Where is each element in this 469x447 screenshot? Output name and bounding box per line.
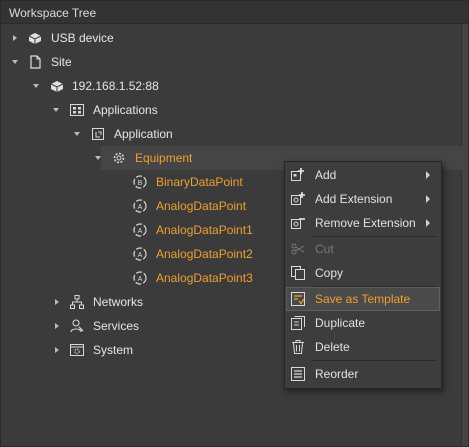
collapse-arrow-icon[interactable]	[95, 156, 101, 160]
tree-item-label: Application	[114, 127, 173, 141]
reorder-icon	[291, 367, 305, 381]
tree-item-label: AnalogDataPoint1	[156, 223, 253, 237]
tree-item-label: Networks	[93, 295, 144, 309]
tree-item-datapoint[interactable]: A AnalogDataPoint3	[1, 266, 286, 290]
tree-item-services[interactable]: Services	[1, 314, 281, 338]
trash-icon	[292, 340, 304, 354]
tree-item-device-ip[interactable]: 192.168.1.52:88	[1, 74, 461, 98]
applications-icon	[70, 104, 84, 116]
tree-item-label: BinaryDataPoint	[156, 175, 243, 189]
menu-item-label: Save as Template	[315, 292, 411, 306]
svg-text:A: A	[138, 252, 143, 259]
expand-arrow-icon[interactable]	[55, 323, 59, 329]
document-icon	[30, 55, 41, 69]
system-icon	[70, 344, 84, 356]
tree-item-system[interactable]: System	[1, 338, 281, 362]
menu-item-remove-extension[interactable]: Remove Extension	[286, 211, 440, 235]
menu-item-label: Delete	[315, 340, 350, 354]
device-icon	[28, 33, 42, 44]
tree-item-equipment[interactable]: Equipment	[1, 146, 291, 170]
menu-item-label: Duplicate	[315, 316, 366, 330]
tree-item-usb-device[interactable]: USB device	[1, 26, 461, 50]
tree-item-datapoint[interactable]: A AnalogDataPoint1	[1, 218, 286, 242]
add-extension-icon	[291, 192, 305, 205]
tree-item-application[interactable]: Application	[1, 122, 461, 146]
tree-item-label: AnalogDataPoint2	[156, 247, 253, 261]
tree-item-label: AnalogDataPoint3	[156, 271, 253, 285]
application-icon	[92, 128, 104, 140]
tree-item-label: Site	[51, 55, 72, 69]
svg-text:A: A	[138, 204, 143, 211]
datapoint-icon: A	[133, 199, 147, 213]
tree-item-datapoint[interactable]: A AnalogDataPoint2	[1, 242, 286, 266]
menu-item-label: Cut	[315, 242, 334, 256]
tree-item-datapoint[interactable]: A AnalogDataPoint	[1, 194, 286, 218]
expand-arrow-icon[interactable]	[13, 35, 17, 41]
tree-item-datapoint[interactable]: B BinaryDataPoint	[1, 170, 286, 194]
collapse-arrow-icon[interactable]	[74, 132, 80, 136]
expand-arrow-icon[interactable]	[55, 299, 59, 305]
tree-item-label: Applications	[93, 103, 158, 117]
tree-item-label: AnalogDataPoint	[156, 199, 247, 213]
copy-icon	[291, 266, 305, 280]
device-icon	[50, 81, 64, 92]
submenu-arrow-icon	[426, 195, 430, 203]
menu-item-copy[interactable]: Copy	[286, 261, 440, 285]
panel-title: Workspace Tree	[9, 6, 97, 20]
expand-arrow-icon[interactable]	[55, 347, 59, 353]
menu-item-label: Add Extension	[315, 192, 393, 206]
scissors-icon	[291, 243, 305, 255]
services-icon	[70, 319, 84, 333]
panel-header: Workspace Tree	[1, 1, 468, 24]
menu-item-reorder[interactable]: Reorder	[286, 362, 440, 386]
add-icon	[291, 168, 304, 181]
svg-text:A: A	[138, 276, 143, 283]
svg-text:A: A	[138, 228, 143, 235]
gear-icon	[113, 152, 125, 164]
collapse-arrow-icon[interactable]	[12, 60, 18, 64]
menu-item-label: Copy	[315, 266, 344, 280]
duplicate-icon	[291, 316, 305, 330]
tree-item-label: System	[93, 343, 134, 357]
svg-text:B: B	[138, 180, 143, 187]
tree-item-label: Equipment	[135, 151, 193, 165]
submenu-arrow-icon	[426, 219, 430, 227]
datapoint-icon: A	[133, 247, 147, 261]
tree-item-label: 192.168.1.52:88	[72, 79, 159, 93]
save-template-icon	[291, 292, 305, 306]
menu-item-add-extension[interactable]: Add Extension	[286, 187, 440, 211]
tree-item-label: USB device	[51, 31, 114, 45]
context-menu: Add Add Extension Remove Extension Cut C…	[284, 161, 442, 389]
tree-item-applications[interactable]: Applications	[1, 98, 461, 122]
menu-item-delete[interactable]: Delete	[286, 335, 440, 359]
menu-item-label: Remove Extension	[315, 216, 416, 230]
tree-item-label: Services	[93, 319, 140, 333]
tree-item-networks[interactable]: Networks	[1, 290, 281, 314]
tree-item-site[interactable]: Site	[1, 50, 461, 74]
collapse-arrow-icon[interactable]	[53, 108, 59, 112]
vertical-scrollbar[interactable]	[461, 24, 468, 446]
remove-extension-icon	[291, 218, 305, 229]
menu-item-duplicate[interactable]: Duplicate	[286, 311, 440, 335]
datapoint-icon: A	[133, 271, 147, 285]
menu-item-cut[interactable]: Cut	[286, 237, 440, 261]
menu-item-save-as-template[interactable]: Save as Template	[286, 287, 440, 311]
menu-separator	[311, 360, 437, 361]
menu-item-label: Reorder	[315, 367, 359, 381]
datapoint-icon: A	[133, 223, 147, 237]
datapoint-icon: B	[133, 175, 147, 189]
menu-item-label: Add	[315, 168, 337, 182]
menu-item-add[interactable]: Add	[286, 163, 440, 187]
network-icon	[70, 295, 84, 309]
collapse-arrow-icon[interactable]	[33, 84, 39, 88]
submenu-arrow-icon	[426, 171, 430, 179]
